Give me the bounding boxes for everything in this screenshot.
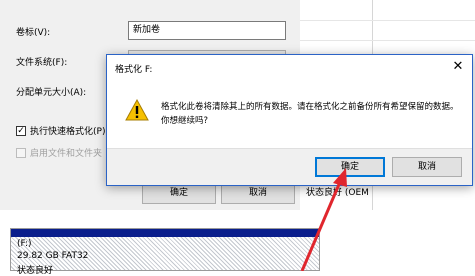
partition-status: 状态良好 [17, 266, 54, 276]
background-ok-button[interactable]: 确定 [142, 183, 216, 204]
list-row-line [300, 40, 475, 41]
quick-format-row[interactable]: ✓ 执行快速格式化(P) [16, 124, 105, 137]
format-warning-dialog: 格式化 F: ✕ 格式化此卷将清除其上的所有数据。请在格式化之前备份所有希望保留… [106, 54, 473, 186]
compression-checkbox [16, 147, 26, 158]
background-cancel-button[interactable]: 取消 [221, 183, 295, 204]
quick-format-checkbox[interactable]: ✓ [16, 125, 26, 136]
volume-status-text: 状态良好 (OEM [306, 188, 369, 198]
partition-size: 29.82 GB FAT32 [17, 251, 89, 261]
partition-header-bar [11, 229, 319, 237]
dialog-titlebar[interactable]: 格式化 F: ✕ [107, 55, 472, 81]
volume-label-input[interactable]: 新加卷 [128, 21, 286, 40]
close-icon[interactable]: ✕ [444, 55, 472, 79]
list-row-line [300, 20, 475, 21]
compression-row: 启用文件和文件夹 [16, 146, 102, 159]
warning-icon [125, 99, 149, 121]
dialog-title: 格式化 F: [115, 65, 153, 75]
disk-partition-block[interactable]: (F:) 29.82 GB FAT32 状态良好 [10, 228, 320, 276]
dialog-message: 格式化此卷将清除其上的所有数据。请在格式化之前备份所有希望保留的数据。你想继续吗… [161, 102, 459, 126]
allocation-unit-caption: 分配单元大小(A): [16, 88, 87, 98]
volume-label-caption: 卷标(V): [16, 28, 51, 38]
quick-format-label: 执行快速格式化(P) [30, 127, 106, 137]
dialog-footer: 确定 取消 [107, 148, 472, 185]
compression-label: 启用文件和文件夹 [30, 149, 103, 159]
file-system-caption: 文件系统(F): [16, 58, 68, 68]
dialog-ok-button[interactable]: 确定 [315, 157, 385, 177]
partition-name: (F:) [17, 239, 32, 249]
dialog-cancel-button[interactable]: 取消 [392, 157, 462, 177]
